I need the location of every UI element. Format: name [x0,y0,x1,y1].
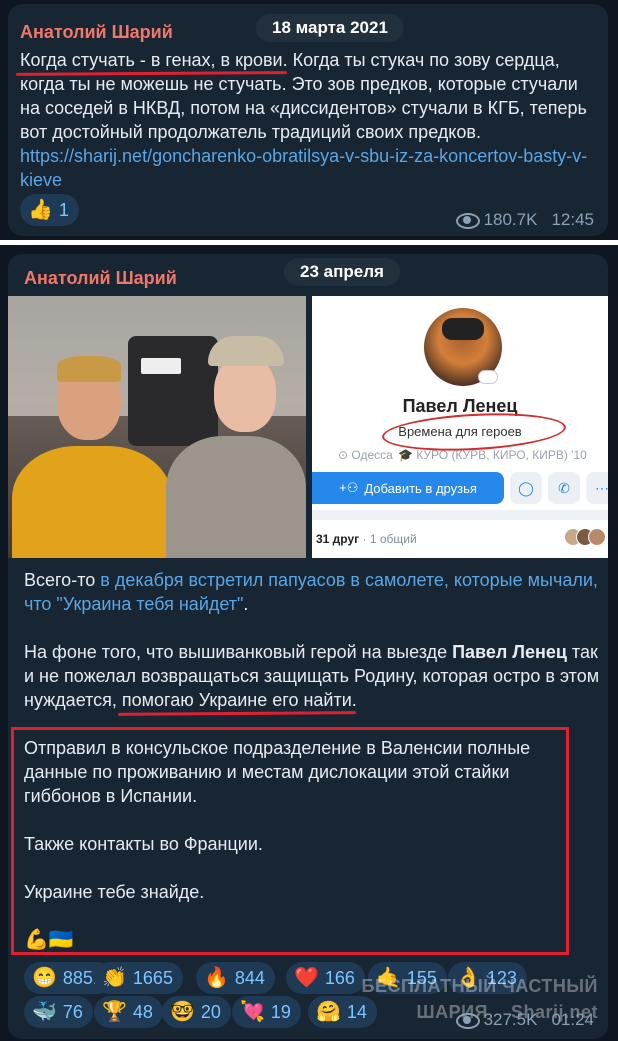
views-eye-icon [455,1013,480,1029]
online-badge [478,370,498,384]
box-emoji: 💪🇺🇦 [24,929,74,951]
message-icon: ◯ [510,472,542,504]
add-friend-button: +⚇ Добавить в друзья [312,472,504,504]
man-figure [12,356,172,558]
reaction-emoji-icon: 👏 [102,967,127,989]
message-bubble-1: Анатолий Шарий 18 марта 2021 Когда стуча… [8,4,608,236]
reaction-emoji-icon: 😁 [32,967,57,989]
message-link[interactable]: в декабря встретил папуасов в самолете, … [24,570,598,614]
reaction-emoji-icon: 🤓 [170,1001,195,1023]
reaction-chip[interactable]: 🔥 844 [196,962,275,994]
reaction-chip[interactable]: 🤓 20 [162,996,231,1028]
reaction-count: 844 [234,967,265,988]
reaction-count: 1 [58,199,69,220]
reaction-chip[interactable]: 🏆 48 [94,996,163,1028]
reaction-chip[interactable]: ❤️ 166 [286,962,365,994]
box-paragraph-1: Отправил в консульское подразделение в В… [24,738,531,806]
paragraph-1: Всего-то в декабря встретил папуасов в с… [24,570,598,614]
bold-name: Павел Ленец [452,642,567,662]
paragraph-2: На фоне того, что вышиванковый герой на … [24,642,600,710]
reaction-count: 166 [324,967,355,988]
reaction-count: 76 [62,1001,83,1022]
views-count: 327.5K [483,1010,538,1029]
divider [0,240,618,245]
underlined-phrase: помогаю Украине его найти [121,690,352,710]
message-meta: 180.7K 12:45 [455,210,594,230]
message-text: Когда стучать - в генах, в крови. Когда … [20,50,588,190]
message-bubble-2: Анатолий Шарий 23 апреля Павел Ленец Вре… [8,254,608,1039]
reaction-thumbs-up[interactable]: 👍 1 [20,194,79,226]
phone-icon: ✆ [548,472,580,504]
reaction-emoji-icon: 🐳 [32,1001,57,1023]
friends-count: 31 друг · 1 общий [316,532,417,546]
profile-status: Времена для героев [398,424,522,439]
reaction-count: 48 [132,1001,153,1022]
photo-passengers[interactable] [8,296,306,558]
box-paragraph-2: Также контакты во Франции. [24,834,263,854]
reaction-count: 14 [346,1001,367,1022]
reaction-emoji-icon: 🔥 [204,967,229,989]
reaction-chip[interactable]: 💘 19 [232,996,301,1028]
message-meta: 327.5K 01:24 [455,1010,594,1030]
author-name[interactable]: Анатолий Шарий [20,22,173,43]
reaction-emoji-icon: 💘 [240,1001,265,1023]
box-paragraph-3: Украине тебе знайде. [24,882,205,902]
author-name[interactable]: Анатолий Шарий [24,268,177,289]
reaction-count: 20 [200,1001,221,1022]
profile-city: ⊙ Одесса [338,448,393,462]
woman-figure [166,336,306,558]
add-user-icon: +⚇ [339,480,359,495]
friend-avatar [588,528,606,546]
underlined-phrase: Когда стучать - в генах, в крови [20,50,283,70]
views-eye-icon [455,213,480,229]
message-time: 12:45 [551,210,594,229]
thumbs-up-icon: 👍 [28,199,53,221]
message-time: 01:24 [551,1010,594,1029]
reaction-chip[interactable]: 🐳 76 [24,996,93,1028]
more-icon: ⋯ [586,472,608,504]
views-count: 180.7K [483,210,538,229]
reaction-emoji-icon: ❤️ [294,967,319,989]
photo-vk-profile-screenshot[interactable]: Павел Ленец Времена для героев ⊙ Одесса … [312,296,608,558]
reaction-count: 1665 [132,967,173,988]
reaction-emoji-icon: 🏆 [102,1001,127,1023]
date-separator: 23 апреля [284,258,400,286]
profile-university: 🎓 КУРО (КУРВ, КИРО, КИРВ) '10 [398,448,587,462]
reaction-emoji-icon: 🤗 [316,1001,341,1023]
reaction-chip[interactable]: 🤗 14 [308,996,377,1028]
reaction-count: 19 [270,1001,291,1022]
watermark-line-1: БЕСПЛАТНЫЙ ЧАСТНЫЙ [361,976,598,996]
reaction-chip[interactable]: 👏 1665 [94,962,183,994]
message-link[interactable]: https://sharij.net/goncharenko-obratilsy… [20,146,587,190]
date-separator: 18 марта 2021 [256,14,404,42]
